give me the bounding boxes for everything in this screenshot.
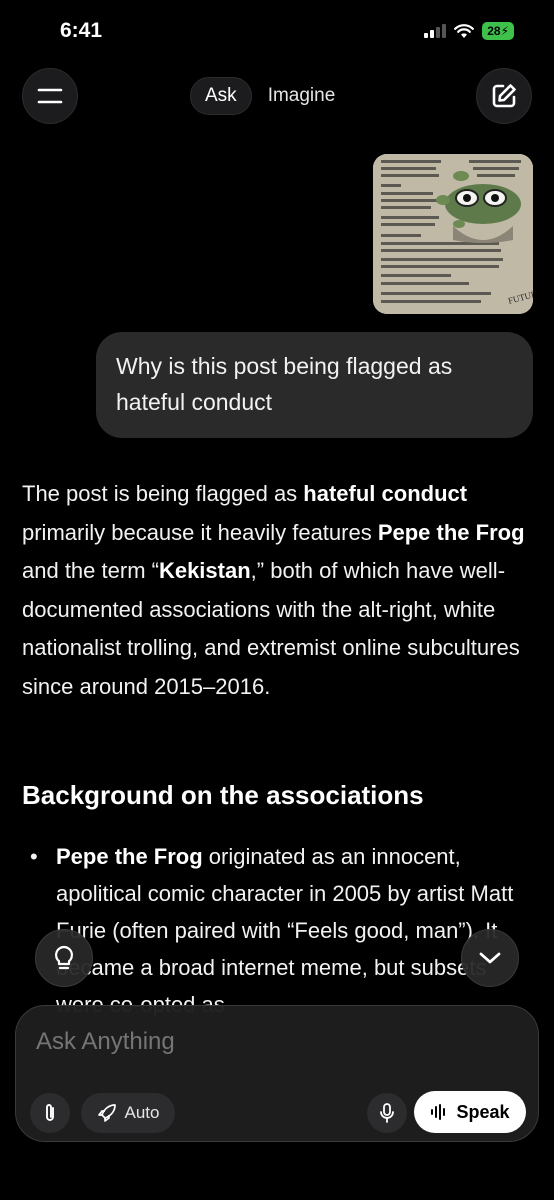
answer-heading: Background on the associations	[22, 780, 424, 810]
lightbulb-icon	[54, 945, 74, 970]
answer-bold-text: Pepe the Frog	[377, 519, 525, 545]
mic-icon	[380, 1103, 394, 1123]
paperclip-icon	[46, 1104, 54, 1121]
suggestions-button[interactable]	[35, 929, 93, 987]
composer: Auto Speak	[15, 1005, 539, 1142]
bullet-text: originated as an innocent, apolitical co…	[56, 844, 514, 1017]
tab-imagine[interactable]: Imagine	[268, 85, 336, 107]
battery-level: 28	[487, 24, 501, 38]
status-bar: 6:41 28⚡	[0, 0, 554, 62]
scroll-down-button[interactable]	[461, 929, 519, 987]
status-icons: 28⚡	[424, 22, 514, 40]
tab-ask[interactable]: Ask	[190, 77, 252, 115]
waveform-icon	[431, 1104, 446, 1120]
wifi-icon	[454, 23, 475, 38]
answer-bullet-item: Pepe the Frog originated as an innocent,…	[22, 838, 536, 1023]
answer-text: and the term “	[22, 558, 159, 583]
answer-text: The post is being flagged as	[22, 481, 304, 506]
battery-icon: 28⚡	[482, 22, 514, 40]
signal-icon	[424, 24, 447, 38]
model-mode-button[interactable]: Auto	[81, 1093, 175, 1133]
bullet-bold-text: Pepe the Frog	[56, 844, 203, 869]
mode-label: Auto	[124, 1103, 160, 1122]
ask-input[interactable]	[36, 1028, 506, 1056]
header: Ask Imagine	[0, 68, 554, 124]
status-time: 6:41	[60, 19, 103, 42]
menu-icon	[37, 88, 63, 104]
answer-bold-text: hateful conduct	[303, 481, 468, 506]
speak-label: Speak	[456, 1101, 510, 1122]
answer-text: primarily because it heavily features	[22, 519, 378, 545]
menu-button[interactable]	[22, 68, 78, 124]
new-chat-button[interactable]	[476, 68, 532, 124]
compose-icon	[492, 84, 516, 108]
chevron-down-icon	[479, 952, 501, 964]
assistant-answer-paragraph: The post is being flagged as hateful con…	[22, 475, 536, 706]
user-message-text: Why is this post being flagged as hatefu…	[116, 353, 453, 415]
attach-button[interactable]	[30, 1093, 70, 1133]
dictation-button[interactable]	[367, 1093, 407, 1133]
answer-bold-text: Kekistan	[158, 558, 251, 583]
attached-image[interactable]: FUTURE	[373, 154, 533, 314]
rocket-icon	[97, 1104, 116, 1122]
mode-switcher: Ask Imagine	[190, 77, 335, 115]
user-message-bubble[interactable]: Why is this post being flagged as hatefu…	[96, 332, 533, 438]
speak-button[interactable]: Speak	[414, 1091, 526, 1133]
meme-image-thumbnail: FUTURE	[373, 154, 533, 314]
